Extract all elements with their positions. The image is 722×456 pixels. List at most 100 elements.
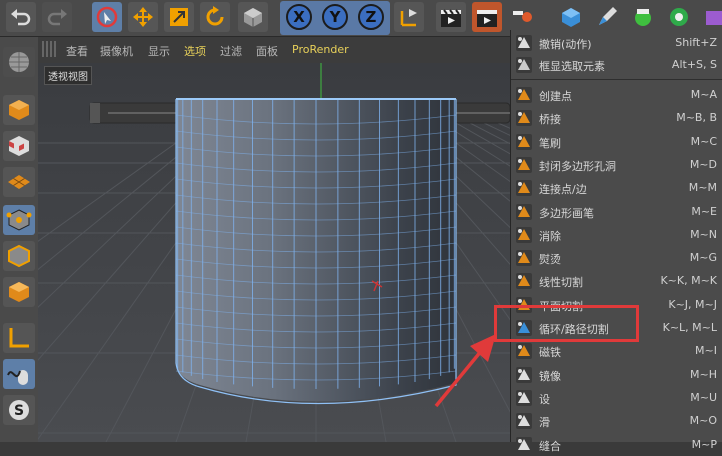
mode-palette: S [0, 37, 39, 442]
subdivision-icon [635, 9, 651, 26]
menu-cameras[interactable]: 摄像机 [100, 43, 133, 59]
polygon-pen-icon [516, 203, 532, 220]
menu-options[interactable]: 选项 [184, 43, 206, 59]
workplane-mode-button[interactable] [3, 167, 35, 197]
menu-item[interactable]: 撤销(动作) Shift+Z [511, 32, 722, 54]
deformer-button[interactable] [700, 2, 722, 32]
enable-axis-button[interactable] [3, 323, 35, 353]
axis-icon [9, 328, 29, 348]
points-mode-icon [6, 209, 32, 231]
slide-icon [516, 413, 532, 430]
menu-filter[interactable]: 过滤 [220, 43, 242, 59]
menu-item-label: 线性切割 [539, 276, 583, 290]
menu-item[interactable]: 线性切割 K~K, M~K [511, 270, 722, 292]
menu-item[interactable]: 框显选取元素 Alt+S, S [511, 54, 722, 76]
redo-button[interactable] [42, 2, 72, 32]
render-picture-viewer-button[interactable] [472, 2, 502, 32]
model-mode-icon [9, 100, 29, 120]
model-mode-button[interactable] [3, 95, 35, 125]
globe-grid-icon [9, 52, 29, 72]
coordinate-system-button[interactable] [394, 2, 424, 32]
close-polygon-hole-icon [516, 156, 532, 173]
menu-view[interactable]: 查看 [66, 43, 88, 59]
live-selection-button[interactable] [92, 2, 122, 32]
scale-icon [170, 8, 188, 26]
menu-item[interactable]: 镜像 M~H [511, 364, 722, 386]
mirror-icon [516, 366, 532, 383]
panel-grip-icon[interactable] [42, 41, 56, 57]
iron-icon [516, 250, 532, 267]
cube-object-button[interactable] [556, 2, 586, 32]
z-axis-button[interactable]: Z [358, 4, 384, 30]
undo-icon [11, 9, 31, 26]
edges-mode-button[interactable] [3, 241, 35, 271]
menu-item[interactable]: 创建点 M~A [511, 84, 722, 106]
menu-item[interactable]: 熨烫 M~G [511, 247, 722, 269]
cube-tool-icon [244, 8, 262, 27]
live-selection-icon [96, 6, 118, 28]
menu-panel[interactable]: 面板 [256, 43, 278, 59]
menu-item-label: 框显选取元素 [539, 60, 605, 73]
annotation-highlight-box [494, 305, 639, 342]
menu-item[interactable]: 桥接 M~B, B [511, 107, 722, 129]
render-settings-button[interactable] [508, 2, 538, 32]
menu-item-label: 多边形画笔 [539, 206, 594, 220]
texture-mode-button[interactable] [3, 131, 35, 161]
rotate-icon [206, 6, 224, 26]
menu-item-shortcut: M~N [690, 227, 717, 241]
snap-button[interactable]: S [3, 395, 35, 425]
frame-selected-icon [516, 57, 532, 73]
coordinate-system-icon [400, 9, 417, 27]
menu-item-label: 撤销(动作) [539, 38, 592, 51]
viewport-title: 透视视图 [44, 66, 92, 85]
redo-icon [47, 9, 67, 26]
stitch-icon [516, 436, 532, 453]
menu-item-shortcut: M~D [689, 157, 717, 171]
menu-item-label: 笔刷 [539, 136, 561, 150]
menu-item-shortcut: M~G [689, 251, 717, 265]
polygons-mode-icon [9, 282, 29, 302]
menu-item-shortcut: M~I [695, 344, 717, 358]
menu-item-shortcut: M~A [690, 88, 717, 101]
cylinder-mesh [175, 98, 457, 405]
menu-item[interactable]: 滑 M~O [511, 410, 722, 432]
edges-mode-icon [8, 244, 30, 268]
menu-item-shortcut: K~L, M~L [662, 321, 717, 334]
menu-item-shortcut: M~O [689, 414, 717, 428]
menu-item-label: 封闭多边形孔洞 [539, 159, 616, 173]
tweak-mode-button[interactable] [3, 359, 35, 389]
render-view-button[interactable] [436, 2, 466, 32]
scale-tool-button[interactable] [164, 2, 194, 32]
menu-item-shortcut: K~J, M~J [668, 297, 717, 311]
menu-item[interactable]: 缝合 M~P [511, 434, 722, 456]
subdivision-surface-button[interactable] [628, 2, 658, 32]
menu-item[interactable]: 磁铁 M~I [511, 340, 722, 362]
checker-cube-icon [9, 136, 29, 156]
menu-item[interactable]: 多边形画笔 M~E [511, 201, 722, 223]
move-tool-button[interactable] [128, 2, 158, 32]
menu-item-label: 创建点 [539, 90, 572, 103]
polygons-mode-button[interactable] [3, 277, 35, 307]
points-mode-button[interactable] [3, 205, 35, 235]
menu-item[interactable]: 连接点/边 M~M [511, 177, 722, 199]
annotation-arrow-icon [434, 334, 496, 408]
menu-item[interactable]: 笔刷 M~C [511, 131, 722, 153]
recent-tool-button[interactable] [238, 2, 268, 32]
magnet-icon [516, 343, 532, 360]
pen-spline-button[interactable] [592, 2, 622, 32]
menu-item[interactable]: 封闭多边形孔洞 M~D [511, 154, 722, 176]
undo-button[interactable] [6, 2, 36, 32]
snap-s-icon: S [9, 400, 29, 420]
menu-item[interactable]: 设 M~U [511, 387, 722, 409]
menu-prorender[interactable]: ProRender [292, 43, 349, 56]
connect-points-edges-icon [516, 180, 532, 197]
y-axis-button[interactable]: Y [322, 4, 348, 30]
array-generator-button[interactable] [664, 2, 694, 32]
menu-item[interactable]: 消除 M~N [511, 224, 722, 246]
menu-item-label: 缝合 [539, 439, 561, 453]
menu-item-shortcut: Shift+Z [675, 36, 717, 49]
rotate-tool-button[interactable] [200, 2, 230, 32]
menu-display[interactable]: 显示 [148, 43, 170, 59]
workplane-button[interactable] [3, 47, 35, 77]
x-axis-button[interactable]: X [286, 4, 312, 30]
